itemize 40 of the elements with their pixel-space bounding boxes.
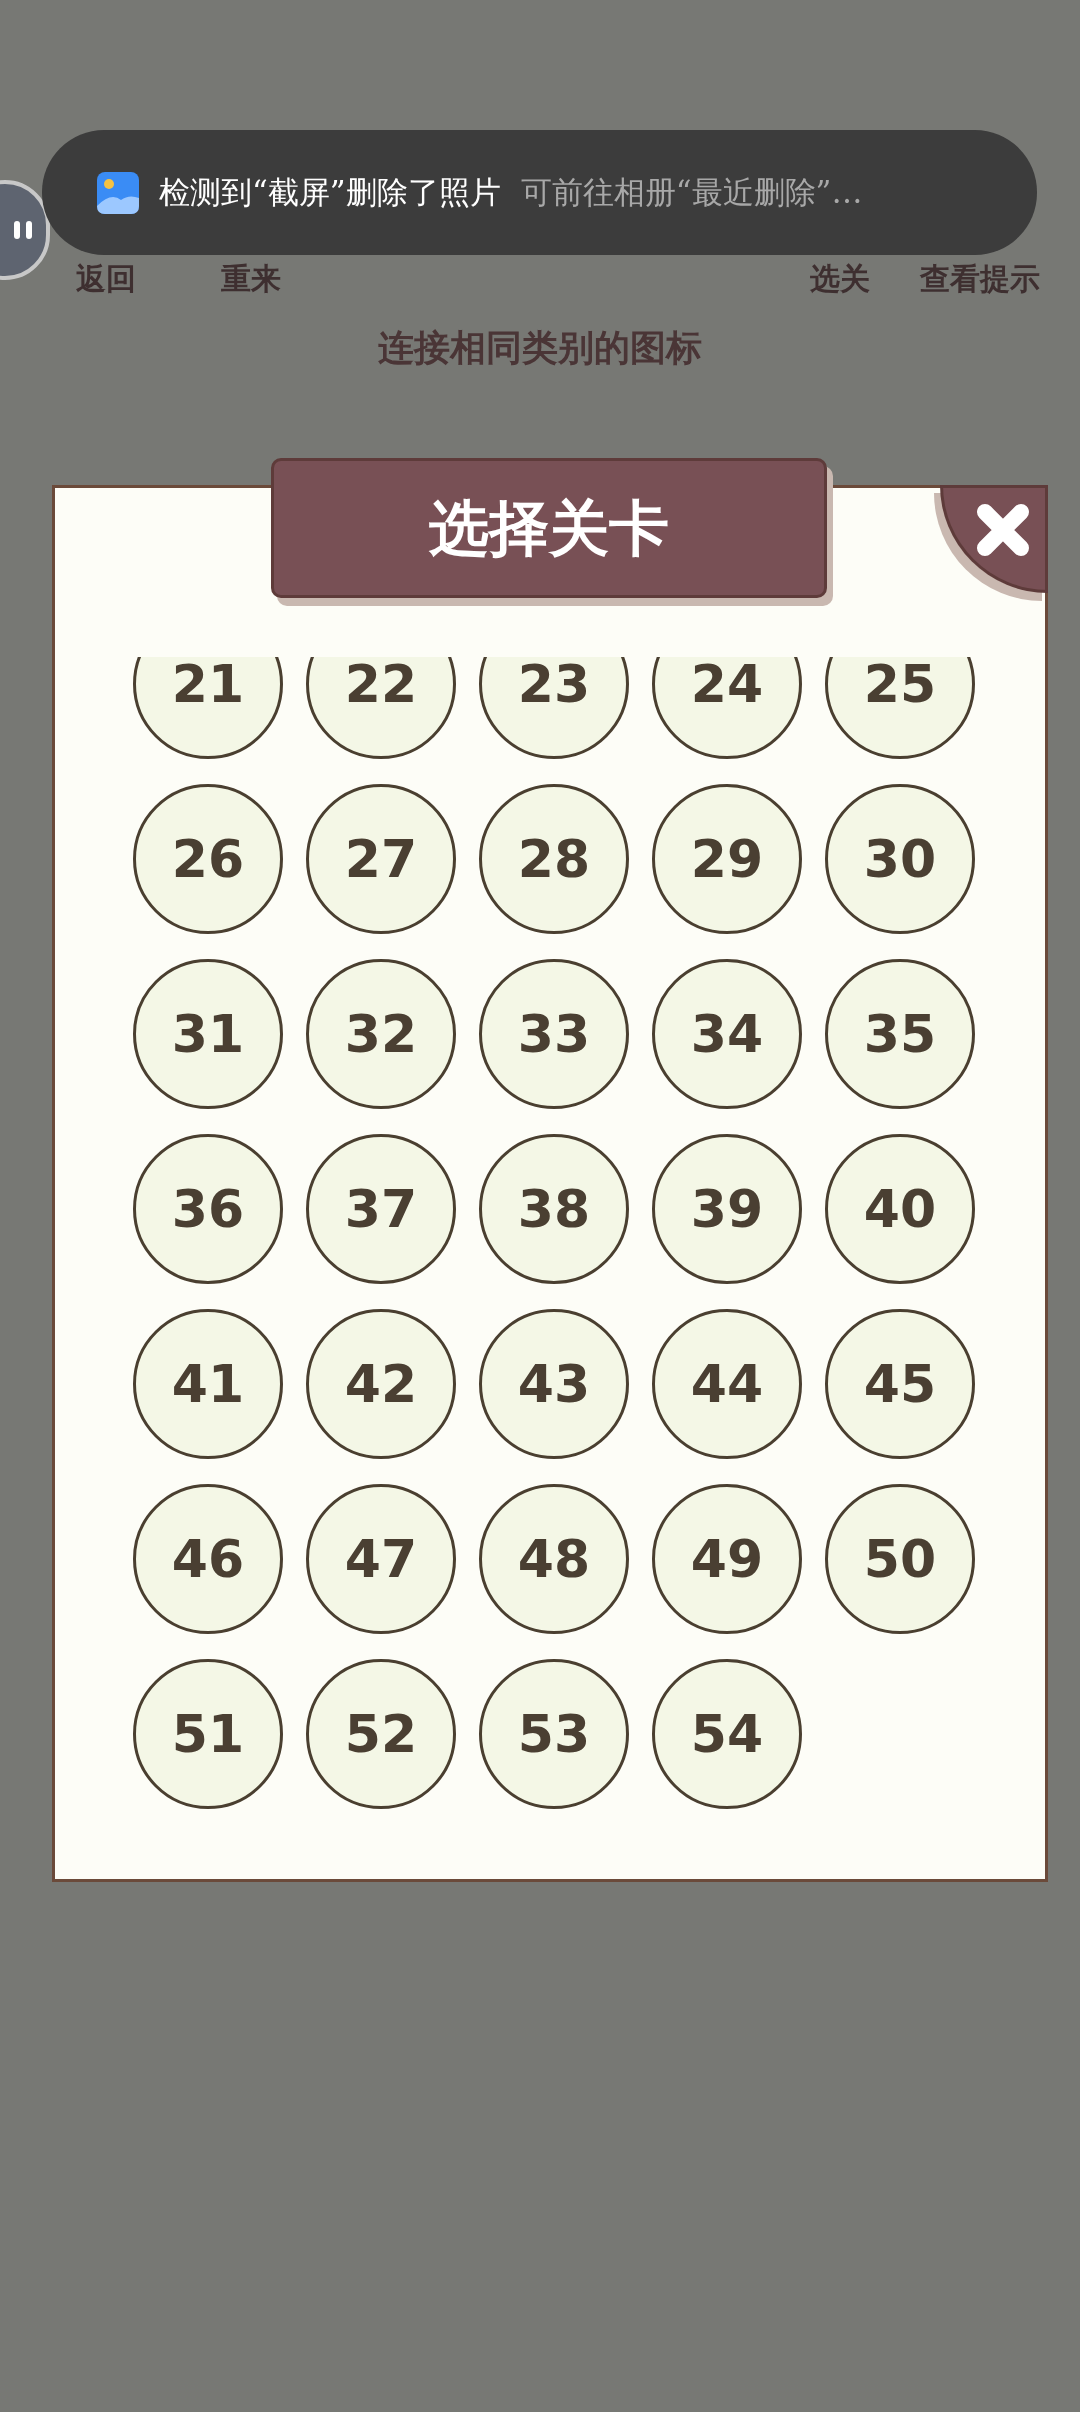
level-button[interactable]: 33 <box>479 959 629 1109</box>
level-button[interactable]: 27 <box>306 784 456 934</box>
level-button[interactable]: 21 <box>133 657 283 759</box>
level-button[interactable]: 38 <box>479 1134 629 1284</box>
level-button[interactable]: 36 <box>133 1134 283 1284</box>
level-button[interactable]: 50 <box>825 1484 975 1634</box>
level-button[interactable]: 52 <box>306 1659 456 1809</box>
level-button[interactable]: 44 <box>652 1309 802 1459</box>
level-button[interactable]: 34 <box>652 959 802 1109</box>
level-button[interactable]: 49 <box>652 1484 802 1634</box>
level-button[interactable]: 43 <box>479 1309 629 1459</box>
level-button[interactable]: 29 <box>652 784 802 934</box>
gallery-icon <box>97 171 139 214</box>
level-button[interactable]: 35 <box>825 959 975 1109</box>
level-button[interactable]: 28 <box>479 784 629 934</box>
level-button[interactable]: 30 <box>825 784 975 934</box>
notification-hint: 可前往相册“最近删除”… <box>520 173 863 213</box>
level-button[interactable]: 37 <box>306 1134 456 1284</box>
level-button[interactable]: 54 <box>652 1659 802 1809</box>
level-button[interactable]: 47 <box>306 1484 456 1634</box>
level-button[interactable]: 40 <box>825 1134 975 1284</box>
notification-text: 检测到“截屏”删除了照片 <box>159 173 501 213</box>
level-button[interactable]: 26 <box>133 784 283 934</box>
level-button[interactable]: 22 <box>306 657 456 759</box>
level-button[interactable]: 23 <box>479 657 629 759</box>
level-button[interactable]: 39 <box>652 1134 802 1284</box>
level-button[interactable]: 42 <box>306 1309 456 1459</box>
level-button[interactable]: 53 <box>479 1659 629 1809</box>
notification-toast[interactable]: 检测到“截屏”删除了照片 可前往相册“最近删除”… <box>42 130 1037 255</box>
level-button[interactable]: 45 <box>825 1309 975 1459</box>
close-icon <box>975 502 1031 558</box>
level-button[interactable]: 48 <box>479 1484 629 1634</box>
level-button[interactable]: 31 <box>133 959 283 1109</box>
level-button[interactable]: 25 <box>825 657 975 759</box>
level-button[interactable]: 41 <box>133 1309 283 1459</box>
level-button[interactable]: 32 <box>306 959 456 1109</box>
level-button[interactable]: 51 <box>133 1659 283 1809</box>
level-button[interactable]: 24 <box>652 657 802 759</box>
level-button[interactable]: 46 <box>133 1484 283 1634</box>
instruction-text: 连接相同类别的图标 <box>378 326 702 370</box>
